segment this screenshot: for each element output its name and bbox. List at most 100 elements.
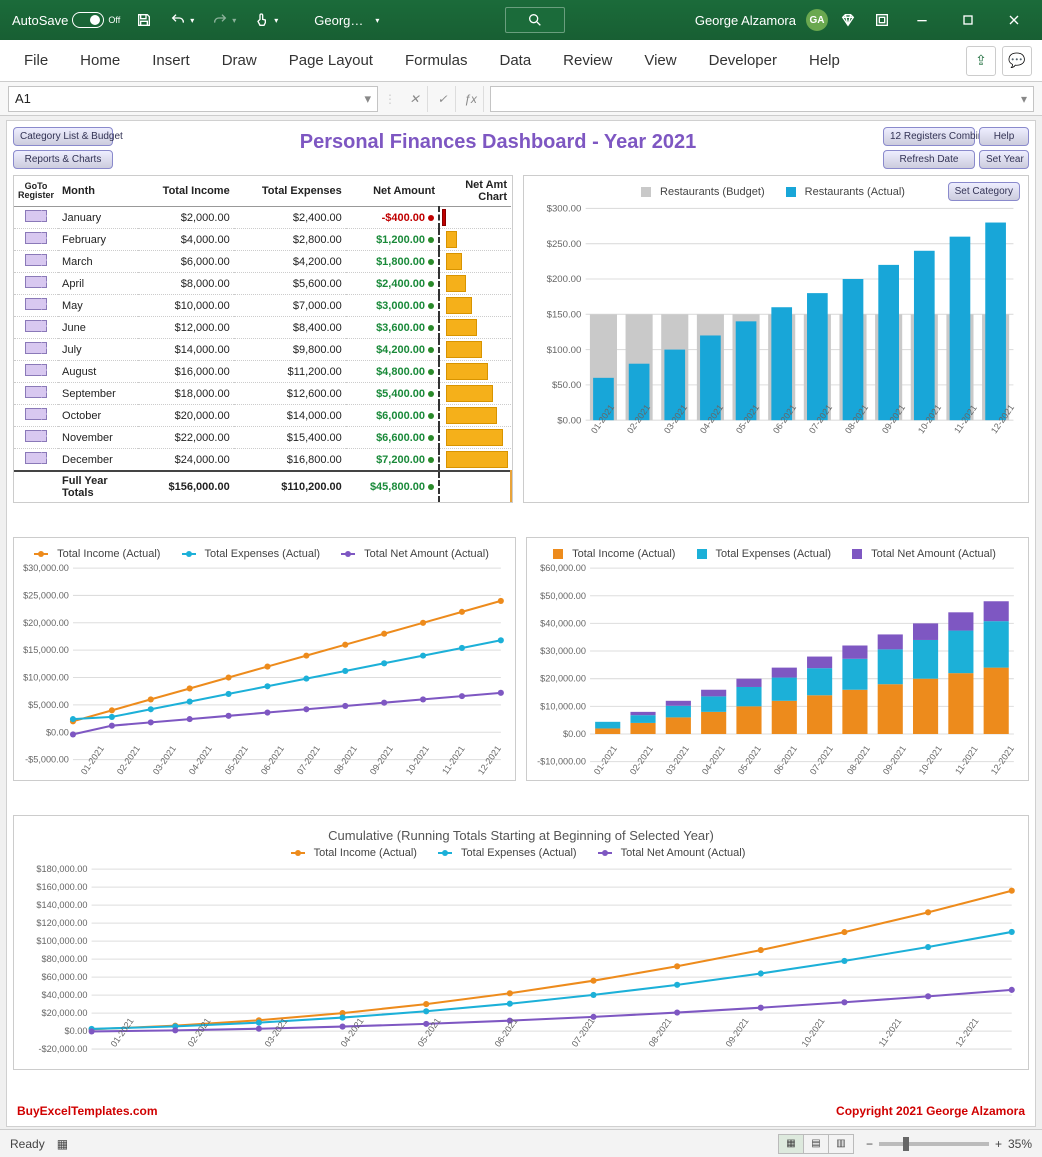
cell-bar bbox=[439, 471, 511, 502]
svg-text:$0.00: $0.00 bbox=[563, 729, 586, 739]
cell-bar bbox=[439, 295, 511, 317]
goto-register-button[interactable] bbox=[25, 430, 47, 442]
svg-text:$180,000.00: $180,000.00 bbox=[36, 864, 87, 874]
tab-insert[interactable]: Insert bbox=[138, 42, 204, 79]
toggle-icon bbox=[72, 12, 104, 28]
page-break-button[interactable]: ▥ bbox=[828, 1134, 854, 1154]
svg-text:$40,000.00: $40,000.00 bbox=[540, 618, 586, 628]
cumulative-chart-panel: Cumulative (Running Totals Starting at B… bbox=[13, 815, 1029, 1070]
tab-home[interactable]: Home bbox=[66, 42, 134, 79]
goto-register-button[interactable] bbox=[25, 210, 47, 222]
redo-button[interactable]: ▾ bbox=[206, 8, 242, 32]
undo-button[interactable]: ▾ bbox=[164, 8, 200, 32]
goto-register-button[interactable] bbox=[25, 364, 47, 376]
cell-income: $4,000.00 bbox=[138, 229, 234, 251]
formula-input[interactable]: ▾ bbox=[490, 86, 1034, 112]
tab-developer[interactable]: Developer bbox=[695, 42, 791, 79]
goto-register-button[interactable] bbox=[25, 232, 47, 244]
goto-register-button[interactable] bbox=[25, 408, 47, 420]
zoom-out-button[interactable]: − bbox=[866, 1137, 873, 1151]
chevron-down-icon: ▾ bbox=[364, 91, 371, 107]
comments-button[interactable]: 💬 bbox=[1002, 46, 1032, 76]
user-name[interactable]: George Alzamora bbox=[691, 13, 800, 28]
title-bar: AutoSave Off ▾ ▾ ▾ Georg… ▾ George Alzam… bbox=[0, 0, 1042, 40]
zoom-slider[interactable] bbox=[879, 1142, 989, 1146]
tab-file[interactable]: File bbox=[10, 42, 62, 79]
cell-month: September bbox=[58, 383, 138, 405]
goto-register-button[interactable] bbox=[25, 254, 47, 266]
macro-icon[interactable]: ▦ bbox=[57, 1137, 68, 1151]
restaurants-chart-panel: Set Category Restaurants (Budget) Restau… bbox=[523, 175, 1029, 503]
close-button[interactable] bbox=[994, 1, 1034, 39]
ribbon-tabs: FileHomeInsertDrawPage LayoutFormulasDat… bbox=[0, 40, 1042, 82]
save-button[interactable] bbox=[130, 8, 158, 32]
autosave-toggle[interactable]: AutoSave Off bbox=[8, 12, 124, 28]
cell-month: November bbox=[58, 427, 138, 449]
cell-expenses: $2,800.00 bbox=[234, 229, 346, 251]
share-button[interactable]: ⇪ bbox=[966, 46, 996, 76]
zoom-control[interactable]: − + 35% bbox=[866, 1137, 1032, 1151]
goto-register-button[interactable] bbox=[25, 342, 47, 354]
zoom-level[interactable]: 35% bbox=[1008, 1137, 1032, 1151]
refresh-button[interactable]: Refresh Date bbox=[883, 150, 975, 169]
restaurants-chart: $0.00$50.00$100.00$150.00$200.00$250.00$… bbox=[530, 202, 1022, 427]
cell-total-label: Full Year Totals bbox=[58, 471, 138, 502]
reports-charts-button[interactable]: Reports & Charts bbox=[13, 150, 113, 169]
view-buttons[interactable]: ▦ ▤ ▥ bbox=[779, 1134, 854, 1154]
diamond-button[interactable] bbox=[834, 8, 862, 32]
tab-formulas[interactable]: Formulas bbox=[391, 42, 482, 79]
table-row: November $22,000.00 $15,400.00 $6,600.00 bbox=[14, 427, 511, 449]
cell-net: $4,800.00 bbox=[346, 361, 439, 383]
goto-register-button[interactable] bbox=[25, 452, 47, 464]
touch-mode-button[interactable]: ▾ bbox=[248, 8, 284, 32]
cell-expenses: $9,800.00 bbox=[234, 339, 346, 361]
cumulative-chart: -$20,000.00$0.00$20,000.00$40,000.00$60,… bbox=[20, 863, 1022, 1057]
search-button[interactable] bbox=[505, 7, 565, 33]
document-title[interactable]: Georg… bbox=[308, 13, 369, 28]
maximize-button[interactable] bbox=[948, 1, 988, 39]
page-layout-button[interactable]: ▤ bbox=[803, 1134, 829, 1154]
minimize-button[interactable] bbox=[902, 1, 942, 39]
goto-register-button[interactable] bbox=[25, 386, 47, 398]
col-month: Month bbox=[58, 176, 138, 207]
svg-text:$120,000.00: $120,000.00 bbox=[36, 918, 87, 928]
ribbon-mode-button[interactable] bbox=[868, 8, 896, 32]
cell-net: $4,200.00 bbox=[346, 339, 439, 361]
cell-income: $14,000.00 bbox=[138, 339, 234, 361]
svg-text:$0.00: $0.00 bbox=[65, 1026, 88, 1036]
user-avatar[interactable]: GA bbox=[806, 9, 828, 31]
tab-data[interactable]: Data bbox=[485, 42, 545, 79]
close-icon bbox=[1006, 12, 1022, 28]
cell-expenses: $15,400.00 bbox=[234, 427, 346, 449]
worksheet-area[interactable]: Category List & Budget Reports & Charts … bbox=[6, 120, 1036, 1127]
goto-register-button[interactable] bbox=[25, 276, 47, 288]
footer-left: BuyExcelTemplates.com bbox=[17, 1104, 158, 1118]
goto-register-button[interactable] bbox=[25, 298, 47, 310]
tab-view[interactable]: View bbox=[630, 42, 690, 79]
cell-reference: A1 bbox=[15, 91, 31, 106]
zoom-in-button[interactable]: + bbox=[995, 1137, 1002, 1151]
tab-review[interactable]: Review bbox=[549, 42, 626, 79]
cell-income: $12,000.00 bbox=[138, 317, 234, 339]
tab-draw[interactable]: Draw bbox=[208, 42, 271, 79]
tab-page-layout[interactable]: Page Layout bbox=[275, 42, 387, 79]
goto-register-button[interactable] bbox=[25, 320, 47, 332]
tab-help[interactable]: Help bbox=[795, 42, 854, 79]
help-button[interactable]: Help bbox=[979, 127, 1029, 146]
registers-button[interactable]: 12 Registers Combined bbox=[883, 127, 975, 146]
x-icon: ✕ bbox=[409, 92, 419, 106]
normal-view-button[interactable]: ▦ bbox=[778, 1134, 804, 1154]
cancel-formula-button[interactable]: ✕ bbox=[402, 86, 428, 112]
set-year-button[interactable]: Set Year bbox=[979, 150, 1029, 169]
fx-button[interactable]: ƒx bbox=[458, 86, 484, 112]
category-budget-button[interactable]: Category List & Budget bbox=[13, 127, 113, 146]
cell-expenses: $2,400.00 bbox=[234, 207, 346, 229]
set-category-button[interactable]: Set Category bbox=[948, 182, 1020, 201]
svg-text:$150.00: $150.00 bbox=[547, 310, 582, 321]
cell-month: February bbox=[58, 229, 138, 251]
name-box[interactable]: A1 ▾ bbox=[8, 86, 378, 112]
autosave-label: AutoSave bbox=[12, 13, 68, 28]
svg-text:$20,000.00: $20,000.00 bbox=[540, 674, 586, 684]
cell-bar bbox=[439, 273, 511, 295]
enter-formula-button[interactable]: ✓ bbox=[430, 86, 456, 112]
